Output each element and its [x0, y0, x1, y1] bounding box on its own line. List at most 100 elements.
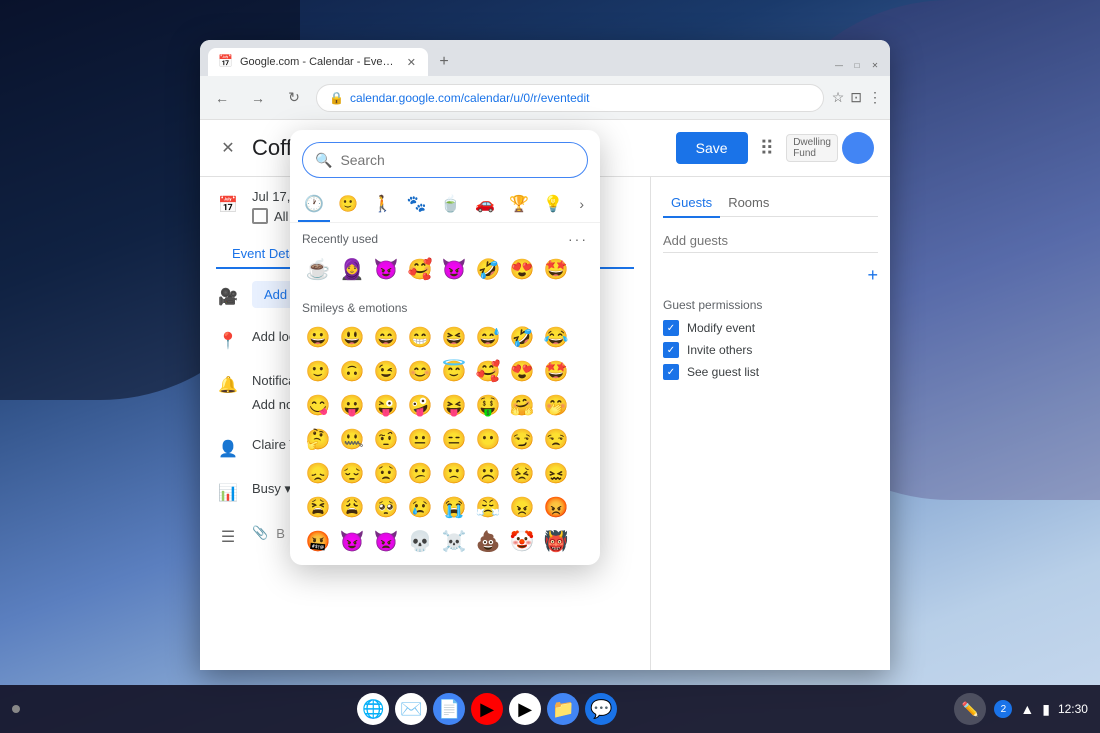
- emoji-worried[interactable]: 😟: [370, 457, 402, 489]
- emoji-yum[interactable]: 😋: [302, 389, 334, 421]
- taskbar-docs-icon[interactable]: 📄: [433, 693, 465, 725]
- emoji-starstruck[interactable]: 🤩: [540, 253, 572, 285]
- taskbar-messages-icon[interactable]: 💬: [585, 693, 617, 725]
- emoji-hearts-eyes[interactable]: 🥰: [404, 253, 436, 285]
- emoji-clown[interactable]: 🤡: [506, 525, 538, 557]
- back-button[interactable]: ←: [208, 84, 236, 112]
- maximize-button[interactable]: □: [850, 58, 864, 72]
- emoji-pleading[interactable]: 🥺: [370, 491, 402, 523]
- emoji-unamused[interactable]: 😒: [540, 423, 572, 455]
- emoji-sweat-smile[interactable]: 😅: [472, 321, 504, 353]
- close-button[interactable]: ✕: [868, 58, 882, 72]
- emoji-slightly-frown[interactable]: 🙁: [438, 457, 470, 489]
- save-button[interactable]: Save: [676, 132, 748, 164]
- emoji-zipper[interactable]: 🤐: [336, 423, 368, 455]
- minimize-button[interactable]: —: [832, 58, 846, 72]
- taskbar-play-icon[interactable]: ▶: [509, 693, 541, 725]
- emoji-neutral[interactable]: 😐: [404, 423, 436, 455]
- taskbar-gmail-icon[interactable]: ✉️: [395, 693, 427, 725]
- category-recent[interactable]: 🕐: [298, 186, 330, 222]
- refresh-button[interactable]: ↻: [280, 84, 308, 112]
- taskbar-google-icon[interactable]: 🌐: [357, 693, 389, 725]
- user-avatar[interactable]: [842, 132, 874, 164]
- allday-checkbox[interactable]: [252, 208, 268, 224]
- emoji-cry[interactable]: 😢: [404, 491, 436, 523]
- emoji-rage[interactable]: 😡: [540, 491, 572, 523]
- emoji-search-input[interactable]: [340, 152, 575, 168]
- emoji-squinting-tongue[interactable]: 😝: [438, 389, 470, 421]
- emoji-money-mouth[interactable]: 🤑: [472, 389, 504, 421]
- emoji-sob[interactable]: 😭: [438, 491, 470, 523]
- more-icon[interactable]: ⋮: [868, 89, 882, 106]
- emoji-frowning[interactable]: ☹️: [472, 457, 504, 489]
- emoji-beaming[interactable]: 😁: [404, 321, 436, 353]
- emoji-smiling-face[interactable]: 😊: [404, 355, 436, 387]
- emoji-grinning[interactable]: 😀: [302, 321, 334, 353]
- forward-button[interactable]: →: [244, 84, 272, 112]
- emoji-confused[interactable]: 😕: [404, 457, 436, 489]
- emoji-wink-tongue[interactable]: 😜: [370, 389, 402, 421]
- emoji-devil2[interactable]: 😈: [336, 525, 368, 557]
- emoji-innocent[interactable]: 😇: [438, 355, 470, 387]
- bookmark-icon[interactable]: ☆: [832, 89, 845, 106]
- modify-event-checkbox[interactable]: ✓: [663, 320, 679, 336]
- add-guest-button[interactable]: +: [867, 265, 878, 286]
- emoji-crossbones[interactable]: ☠️: [438, 525, 470, 557]
- emoji-thinking[interactable]: 🤔: [302, 423, 334, 455]
- event-close-button[interactable]: ✕: [216, 136, 240, 160]
- category-smileys[interactable]: 🙂: [332, 186, 364, 222]
- active-tab[interactable]: 📅 Google.com - Calendar - Event e... ✕: [208, 48, 428, 76]
- emoji-tongue[interactable]: 😛: [336, 389, 368, 421]
- cast-icon[interactable]: ⊡: [850, 89, 862, 106]
- emoji-smirk[interactable]: 😏: [506, 423, 538, 455]
- taskbar-files-icon[interactable]: 📁: [547, 693, 579, 725]
- emoji-laughing[interactable]: 😆: [438, 321, 470, 353]
- emoji-upside-down[interactable]: 🙃: [336, 355, 368, 387]
- emoji-hugging[interactable]: 🤗: [506, 389, 538, 421]
- emoji-disappointed[interactable]: 😞: [302, 457, 334, 489]
- emoji-winking[interactable]: 😉: [370, 355, 402, 387]
- emoji-no-mouth[interactable]: 😶: [472, 423, 504, 455]
- emoji-steam-nose[interactable]: 😤: [472, 491, 504, 523]
- notification-badge[interactable]: 2: [994, 700, 1012, 718]
- emoji-heart-eyes[interactable]: 😍: [506, 253, 538, 285]
- emoji-persevering[interactable]: 😣: [506, 457, 538, 489]
- emoji-devil[interactable]: 😈: [370, 253, 402, 285]
- emoji-ogre[interactable]: 👹: [540, 525, 572, 557]
- stylus-icon[interactable]: ✏️: [954, 693, 986, 725]
- emoji-rofl[interactable]: 🤣: [472, 253, 504, 285]
- emoji-slightly-smiling[interactable]: 🙂: [302, 355, 334, 387]
- url-bar[interactable]: 🔒 calendar.google.com/calendar/u/0/r/eve…: [316, 84, 824, 112]
- emoji-raised-brow[interactable]: 🤨: [370, 423, 402, 455]
- emoji-anguished2[interactable]: 😖: [540, 457, 572, 489]
- emoji-starstruck2[interactable]: 🤩: [540, 355, 572, 387]
- launcher-button[interactable]: [12, 705, 20, 713]
- category-animals[interactable]: 🐾: [401, 186, 433, 222]
- see-guest-list-checkbox[interactable]: ✓: [663, 364, 679, 380]
- emoji-poo[interactable]: 💩: [472, 525, 504, 557]
- rooms-tab[interactable]: Rooms: [720, 189, 777, 216]
- category-next-button[interactable]: ›: [571, 188, 592, 220]
- emoji-angry-devil2[interactable]: 👿: [370, 525, 402, 557]
- emoji-grinning-big[interactable]: 😃: [336, 321, 368, 353]
- emoji-rofl2[interactable]: 🤣: [506, 321, 538, 353]
- emoji-heart-eyes2[interactable]: 😍: [506, 355, 538, 387]
- emoji-joy[interactable]: 😂: [540, 321, 572, 353]
- invite-others-checkbox[interactable]: ✓: [663, 342, 679, 358]
- recently-used-more[interactable]: ···: [568, 231, 588, 247]
- emoji-coffee[interactable]: ☕: [302, 253, 334, 285]
- category-people[interactable]: 🚶: [366, 186, 398, 222]
- emoji-pensive[interactable]: 😔: [336, 457, 368, 489]
- emoji-smiling-hearts[interactable]: 🥰: [472, 355, 504, 387]
- emoji-angry-devil[interactable]: 😈: [438, 253, 470, 285]
- emoji-zany[interactable]: 🤪: [404, 389, 436, 421]
- emoji-grin[interactable]: 😄: [370, 321, 402, 353]
- guests-tab[interactable]: Guests: [663, 189, 720, 218]
- emoji-weary[interactable]: 😩: [336, 491, 368, 523]
- new-tab-button[interactable]: +: [430, 48, 458, 76]
- emoji-expressionless[interactable]: 😑: [438, 423, 470, 455]
- emoji-skull[interactable]: 💀: [404, 525, 436, 557]
- add-guest-input[interactable]: [663, 229, 878, 253]
- emoji-woman-headscarf[interactable]: 🧕: [336, 253, 368, 285]
- category-travel[interactable]: 🚗: [469, 186, 501, 222]
